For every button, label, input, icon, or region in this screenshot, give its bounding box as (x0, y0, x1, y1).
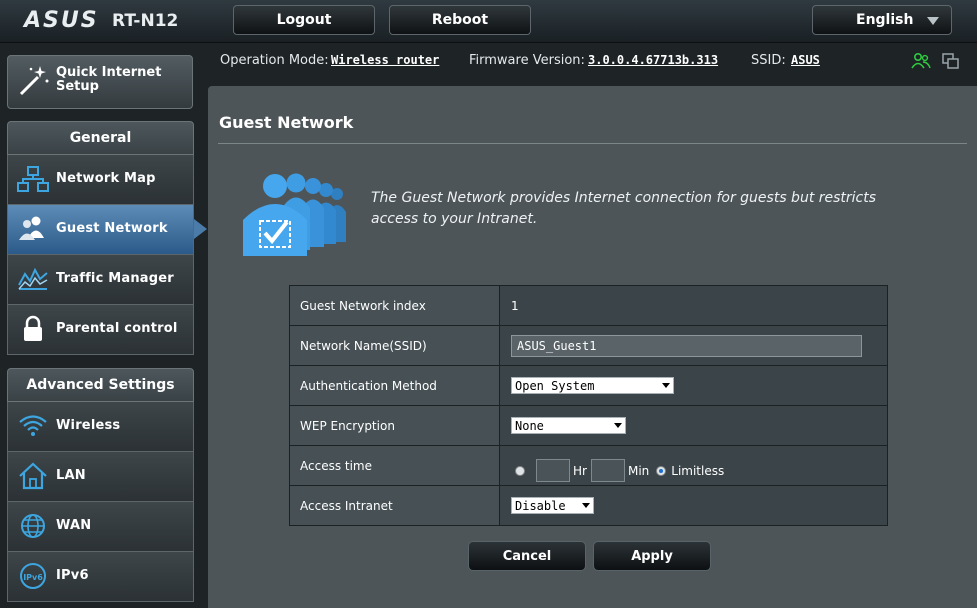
operation-mode-label: Operation Mode: (220, 53, 329, 68)
firmware-link[interactable]: 3.0.0.4.67713b.313 (588, 53, 718, 67)
index-value: 1 (500, 286, 887, 325)
operation-mode-link[interactable]: Wireless router (331, 53, 439, 67)
wifi-icon (19, 415, 47, 436)
sidebar-item-guest-network[interactable]: Guest Network (7, 205, 207, 255)
chevron-down-icon (582, 503, 590, 508)
advanced-settings-header: Advanced Settings (7, 368, 194, 402)
language-select[interactable]: English (812, 5, 952, 35)
ssid-link[interactable]: ASUS (791, 53, 820, 67)
usb-status-icon[interactable] (941, 52, 961, 70)
auth-method-select[interactable]: Open System (511, 377, 674, 394)
sidebar-item-label: Parental control (56, 321, 178, 336)
ssid-input[interactable]: ASUS_Guest1 (511, 334, 862, 357)
status-bar: Operation Mode: Wireless router Firmware… (210, 43, 977, 79)
ipv6-globe-icon: IPv6 (20, 563, 46, 589)
sidebar-item-traffic-manager[interactable]: Traffic Manager (7, 255, 194, 305)
form-row-wep: WEP Encryption None (290, 405, 887, 445)
access-intranet-value: Disable (515, 498, 566, 513)
guest-network-illustration-icon (243, 173, 346, 256)
sidebar-item-label: Wireless (56, 418, 121, 433)
chevron-down-icon (927, 17, 939, 25)
active-pointer-icon (194, 219, 207, 239)
main-panel: Guest Network The Guest Network provides… (208, 86, 977, 608)
access-intranet-label: Access Intranet (290, 486, 500, 525)
sidebar-item-label: Traffic Manager (56, 271, 174, 286)
globe-icon (21, 514, 45, 538)
sidebar-item-label: Network Map (56, 171, 156, 186)
minutes-input[interactable] (590, 459, 625, 482)
limitless-label: Limitless (671, 463, 725, 478)
wep-encryption-value: None (515, 418, 544, 433)
language-label: English (856, 12, 914, 28)
sidebar-item-label: Guest Network (56, 221, 168, 236)
hr-label: Hr (573, 463, 587, 478)
form-row-auth: Authentication Method Open System (290, 365, 887, 405)
sidebar-item-label: IPv6 (56, 568, 89, 583)
sidebar-item-parental-control[interactable]: Parental control (7, 305, 194, 355)
min-label: Min (627, 463, 650, 478)
lock-icon (24, 315, 42, 341)
auth-method-value: Open System (515, 378, 595, 393)
quick-internet-setup-button[interactable]: Quick Internet Setup (7, 55, 193, 109)
form-row-intranet: Access Intranet Disable (290, 485, 887, 525)
sidebar-item-ipv6[interactable]: IPv6 IPv6 (7, 552, 194, 602)
index-label: Guest Network index (290, 286, 500, 325)
auth-method-label: Authentication Method (290, 366, 500, 405)
page-description: The Guest Network provides Internet conn… (371, 190, 877, 227)
traffic-graph-icon (18, 267, 48, 290)
network-map-icon (17, 166, 49, 192)
sidebar-item-wireless[interactable]: Wireless (7, 402, 194, 452)
sidebar-item-wan[interactable]: WAN (7, 502, 194, 552)
cancel-button[interactable]: Cancel (468, 541, 586, 571)
sidebar-item-label: LAN (56, 468, 86, 483)
wep-encryption-label: WEP Encryption (290, 406, 500, 445)
guest-network-form: Guest Network index 1 Network Name(SSID)… (289, 285, 888, 526)
hours-input[interactable] (536, 459, 570, 482)
clients-status-icon[interactable] (911, 52, 931, 70)
firmware-label: Firmware Version: (469, 53, 585, 68)
sidebar: Quick Internet Setup General Network Map… (0, 42, 210, 608)
access-time-controls: Hr Min Limitless (511, 459, 724, 482)
general-section-header: General (7, 121, 194, 155)
model-name: RT-N12 (112, 11, 179, 31)
access-intranet-select[interactable]: Disable (511, 497, 594, 514)
sidebar-item-label: WAN (56, 518, 92, 533)
reboot-button[interactable]: Reboot (389, 5, 531, 35)
title-divider (218, 143, 967, 144)
chevron-down-icon (614, 423, 622, 428)
sidebar-item-lan[interactable]: LAN (7, 452, 194, 502)
magic-wand-icon (19, 66, 49, 96)
home-icon (19, 462, 47, 490)
page-title: Guest Network (219, 113, 354, 132)
guest-users-icon (19, 216, 44, 240)
top-bar: ASUS RT-N12 Logout Reboot English (0, 0, 977, 43)
apply-button[interactable]: Apply (593, 541, 711, 571)
access-time-label: Access time (290, 446, 500, 485)
access-time-limitless-radio[interactable] (656, 465, 667, 476)
form-row-access-time: Access time Hr Min Limitless (290, 445, 887, 485)
form-row-index: Guest Network index 1 (290, 286, 887, 325)
chevron-down-icon (662, 383, 670, 388)
form-row-ssid: Network Name(SSID) ASUS_Guest1 (290, 325, 887, 365)
sidebar-item-network-map[interactable]: Network Map (7, 155, 194, 205)
logout-button[interactable]: Logout (233, 5, 375, 35)
quick-setup-label: Quick Internet Setup (56, 65, 162, 94)
wep-encryption-select[interactable]: None (511, 417, 626, 434)
ssid-label: SSID: (751, 53, 786, 68)
ssid-field-label: Network Name(SSID) (290, 326, 500, 365)
asus-logo: ASUS (24, 8, 99, 33)
access-time-limited-radio[interactable] (515, 465, 525, 476)
svg-text:IPv6: IPv6 (23, 573, 43, 582)
